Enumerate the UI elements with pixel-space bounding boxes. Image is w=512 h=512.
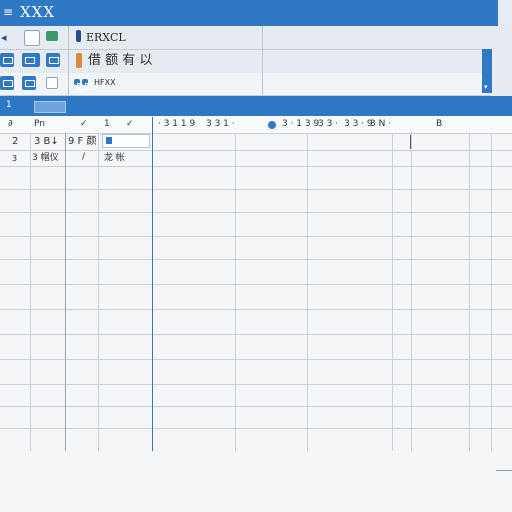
name-box-label: 1 bbox=[6, 100, 12, 110]
grid-line bbox=[411, 133, 412, 451]
grid-line bbox=[0, 133, 512, 134]
grid-line bbox=[0, 189, 512, 190]
grid-line bbox=[0, 428, 512, 429]
sheet-footer bbox=[0, 451, 512, 512]
grid-line bbox=[65, 133, 66, 451]
ribbon-row-2 bbox=[0, 49, 490, 74]
header-cell[interactable]: B bbox=[436, 117, 442, 132]
layout-icon[interactable] bbox=[22, 53, 40, 67]
monitor-icon[interactable] bbox=[46, 77, 58, 89]
cell-input[interactable] bbox=[102, 134, 150, 148]
header-cell[interactable]: · 3 1 1 9 bbox=[158, 117, 195, 132]
menu-icon[interactable]: ≡ bbox=[3, 6, 13, 18]
grid-line bbox=[0, 259, 512, 260]
grid-line bbox=[307, 133, 308, 451]
header-cell[interactable]: 3 3 · bbox=[318, 117, 338, 132]
window-control-area[interactable] bbox=[498, 0, 512, 26]
grid-line bbox=[392, 133, 393, 451]
name-box-input[interactable] bbox=[34, 101, 66, 113]
header-divider bbox=[152, 117, 153, 133]
grid-line bbox=[0, 384, 512, 385]
grid-line bbox=[0, 406, 512, 407]
cell[interactable]: 3 B↓ bbox=[34, 135, 59, 148]
cell[interactable]: 9 F 颜 bbox=[68, 135, 96, 148]
record-dot-icon[interactable] bbox=[268, 121, 276, 129]
grid-line bbox=[0, 150, 512, 151]
header-cell[interactable]: Pn bbox=[34, 117, 45, 132]
title-bar bbox=[0, 0, 512, 26]
cell[interactable]: 2 bbox=[12, 135, 18, 148]
chart-icon[interactable] bbox=[0, 76, 14, 90]
cell-marker-icon bbox=[106, 137, 112, 144]
window-icon[interactable] bbox=[0, 53, 14, 67]
status-indicator bbox=[496, 470, 512, 471]
grid-line bbox=[152, 133, 153, 451]
table-icon[interactable] bbox=[22, 76, 36, 90]
grid-line bbox=[30, 133, 31, 451]
grid-line bbox=[235, 133, 236, 451]
ribbon-row-3 bbox=[0, 73, 490, 96]
header-cell[interactable]: 3 3 · 9 bbox=[344, 117, 373, 132]
header-cell[interactable]: 1 bbox=[104, 117, 110, 132]
header-cell[interactable]: 3 N · bbox=[370, 117, 391, 132]
ribbon-row1-label: ERXCL bbox=[86, 31, 126, 44]
check-icon[interactable]: ✓ bbox=[126, 117, 134, 132]
cell[interactable]: 3 帽仪 bbox=[32, 152, 59, 165]
small-square-icon[interactable] bbox=[82, 79, 95, 90]
grid-line bbox=[0, 284, 512, 285]
name-box-band bbox=[0, 96, 512, 116]
ribbon-divider bbox=[262, 26, 263, 95]
grid-line bbox=[0, 309, 512, 310]
grid-line bbox=[0, 334, 512, 335]
ribbon-divider bbox=[68, 26, 69, 95]
header-cell[interactable]: 3 3 1 · bbox=[206, 117, 235, 132]
grid-line bbox=[98, 133, 99, 451]
arrow-left-icon[interactable]: ◂ bbox=[1, 31, 7, 44]
check-icon[interactable]: ✓ bbox=[80, 117, 88, 132]
grid-line bbox=[0, 359, 512, 360]
grid-line bbox=[0, 212, 512, 213]
grid-line bbox=[469, 133, 470, 451]
ribbon-row-1 bbox=[0, 26, 490, 50]
flag-icon[interactable] bbox=[76, 53, 82, 68]
dropdown-arrow-icon[interactable]: ▾ bbox=[484, 83, 488, 91]
cell[interactable]: 龙 帐 bbox=[104, 152, 125, 165]
header-cell[interactable]: ∂ bbox=[8, 117, 13, 132]
grid-line bbox=[491, 133, 492, 451]
ribbon-row3-label: HFXX bbox=[94, 78, 116, 87]
cell[interactable]: / bbox=[82, 151, 85, 164]
window-title: XXX bbox=[20, 3, 56, 21]
ribbon-row2-label: 借 额 有 以 bbox=[88, 53, 153, 68]
small-square-icon[interactable] bbox=[74, 79, 87, 90]
page-icon[interactable] bbox=[24, 30, 40, 46]
grid-line bbox=[0, 166, 512, 167]
header-cell[interactable]: 3 · 1 3 9 bbox=[282, 117, 319, 132]
cell[interactable]: 3 bbox=[12, 152, 17, 165]
image-icon[interactable] bbox=[46, 53, 60, 67]
bookmark-icon[interactable] bbox=[76, 30, 81, 42]
sheet-icon[interactable] bbox=[46, 31, 58, 41]
grid-line bbox=[0, 236, 512, 237]
